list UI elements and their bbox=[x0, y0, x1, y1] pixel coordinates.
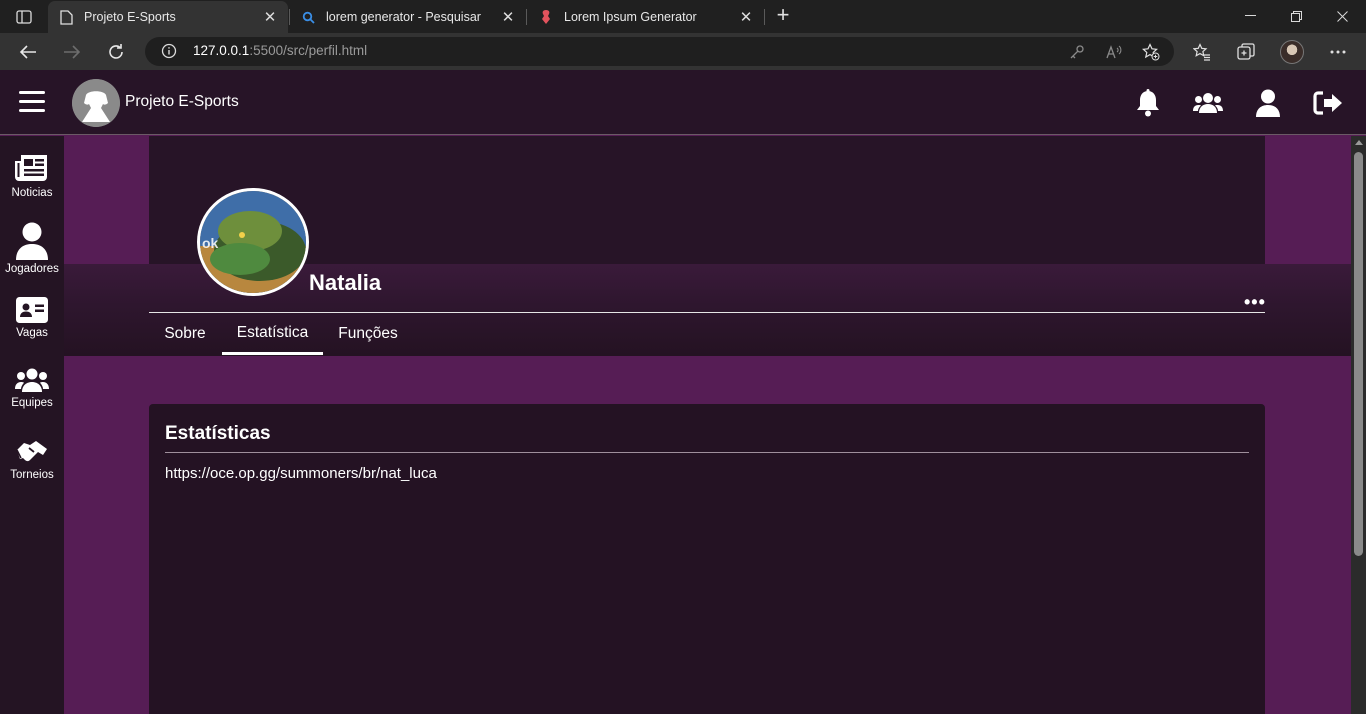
more-options-icon[interactable]: ••• bbox=[1244, 292, 1266, 313]
page-scrollbar[interactable] bbox=[1351, 136, 1366, 714]
collections-icon[interactable] bbox=[1235, 41, 1257, 63]
scroll-up-icon[interactable] bbox=[1355, 140, 1363, 145]
id-card-icon bbox=[15, 295, 49, 325]
new-tab-button[interactable]: + bbox=[772, 4, 794, 27]
url-path: :5500/src/perfil.html bbox=[249, 43, 368, 58]
sidebar-item-label: Torneios bbox=[10, 469, 54, 481]
profile-avatar-image[interactable]: ok bbox=[197, 188, 309, 296]
refresh-icon[interactable] bbox=[102, 38, 130, 66]
tab-funcoes[interactable]: Funções bbox=[323, 313, 413, 355]
add-favorite-icon[interactable] bbox=[1142, 43, 1160, 61]
profile-cover bbox=[149, 136, 1265, 264]
close-tab-icon[interactable]: ✕ bbox=[738, 9, 754, 26]
close-tab-icon[interactable]: ✕ bbox=[262, 9, 278, 26]
tab-separator bbox=[526, 9, 527, 25]
browser-tab-bar: Projeto E-Sports ✕ lorem generator - Pes… bbox=[0, 0, 1366, 33]
tab-title: Lorem Ipsum Generator bbox=[564, 10, 697, 24]
sidebar-item-torneios[interactable]: Torneios bbox=[0, 437, 64, 481]
handshake-icon bbox=[15, 437, 49, 467]
restore-icon[interactable] bbox=[1273, 4, 1319, 28]
tab-sobre[interactable]: Sobre bbox=[149, 313, 221, 355]
read-aloud-icon[interactable] bbox=[1105, 43, 1123, 61]
url-host: 127.0.0.1 bbox=[193, 43, 250, 58]
tab-title: Projeto E-Sports bbox=[84, 10, 176, 24]
sidebar-item-equipes[interactable]: Equipes bbox=[0, 365, 64, 409]
sidebar-item-noticias[interactable]: Noticias bbox=[0, 151, 64, 199]
statistics-card: Estatísticas https://oce.op.gg/summoners… bbox=[149, 404, 1265, 714]
sidebar-item-label: Equipes bbox=[11, 397, 53, 409]
user-profile-icon[interactable] bbox=[1253, 88, 1283, 118]
brand-name[interactable]: Projeto E-Sports bbox=[125, 93, 239, 111]
notification-bell-icon[interactable] bbox=[1133, 88, 1163, 118]
sidebar: Noticias Jogadores Vagas Equipes Torneio… bbox=[0, 136, 64, 714]
tab-actions-icon[interactable] bbox=[10, 6, 38, 28]
hamburger-menu-icon[interactable] bbox=[19, 91, 45, 113]
more-options-icon[interactable] bbox=[1327, 41, 1349, 63]
divider bbox=[165, 452, 1249, 453]
friends-icon[interactable] bbox=[1193, 88, 1223, 118]
users-icon bbox=[15, 365, 49, 395]
tab-estatistica[interactable]: Estatística bbox=[222, 313, 323, 355]
sidebar-item-label: Vagas bbox=[16, 327, 48, 339]
top-navbar: Projeto E-Sports bbox=[0, 70, 1366, 135]
tab-separator bbox=[764, 9, 765, 25]
scrollbar-thumb[interactable] bbox=[1354, 152, 1363, 556]
lorem-ipsum-icon bbox=[538, 9, 554, 25]
address-bar[interactable]: 127.0.0.1:5500/src/perfil.html bbox=[145, 37, 1174, 66]
sidebar-item-jogadores[interactable]: Jogadores bbox=[0, 221, 64, 275]
minimize-icon[interactable] bbox=[1227, 4, 1273, 28]
page-icon bbox=[58, 9, 74, 25]
profile-avatar[interactable] bbox=[1280, 40, 1304, 64]
site-info-icon[interactable] bbox=[161, 43, 177, 59]
profile-name: Natalia bbox=[309, 270, 382, 295]
close-tab-icon[interactable]: ✕ bbox=[500, 9, 516, 26]
user-icon bbox=[15, 221, 49, 261]
tab-title: lorem generator - Pesquisar bbox=[326, 10, 481, 24]
app-logo[interactable] bbox=[72, 79, 120, 127]
search-icon bbox=[300, 9, 316, 25]
close-window-icon[interactable] bbox=[1319, 4, 1365, 28]
sidebar-item-vagas[interactable]: Vagas bbox=[0, 295, 64, 339]
card-title: Estatísticas bbox=[165, 423, 271, 444]
avatar-overlay-text: ok bbox=[202, 235, 219, 251]
sidebar-item-label: Noticias bbox=[11, 187, 53, 199]
page-content: Projeto E-Sports Noticias Jogadores Vaga… bbox=[0, 70, 1366, 714]
browser-toolbar: 127.0.0.1:5500/src/perfil.html bbox=[0, 33, 1366, 70]
back-icon[interactable] bbox=[14, 38, 42, 66]
browser-tab-lorem[interactable]: Lorem Ipsum Generator ✕ bbox=[528, 1, 764, 33]
favorites-icon[interactable] bbox=[1191, 41, 1213, 63]
forward-icon[interactable] bbox=[58, 38, 86, 66]
key-icon[interactable] bbox=[1068, 43, 1086, 61]
browser-tab-projeto[interactable]: Projeto E-Sports ✕ bbox=[48, 1, 288, 33]
logout-icon[interactable] bbox=[1313, 88, 1343, 118]
stats-link[interactable]: https://oce.op.gg/summoners/br/nat_luca bbox=[165, 465, 437, 482]
sidebar-item-label: Jogadores bbox=[5, 263, 59, 275]
newspaper-icon bbox=[15, 151, 49, 185]
url-text: 127.0.0.1:5500/src/perfil.html bbox=[193, 43, 367, 58]
browser-tab-search[interactable]: lorem generator - Pesquisar ✕ bbox=[290, 1, 526, 33]
